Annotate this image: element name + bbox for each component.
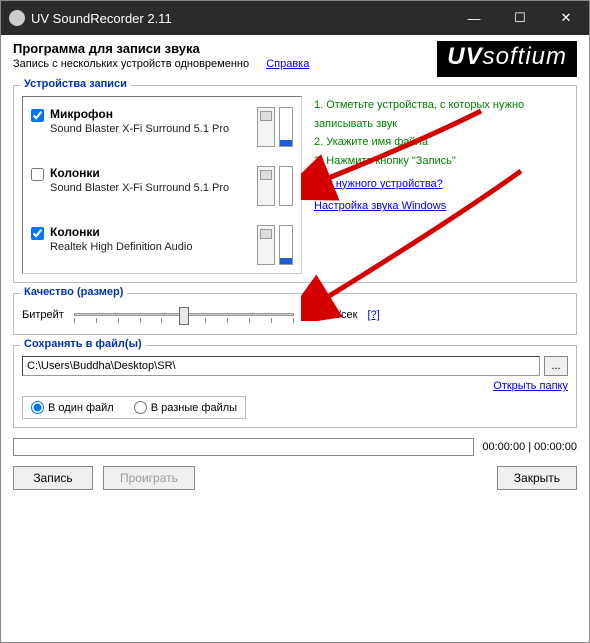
hint-3: 3. Нажмите кнопку "Запись" — [314, 152, 568, 171]
hint-1: 1. Отметьте устройства, с которых нужно … — [314, 96, 568, 133]
program-title: Программа для записи звука — [13, 41, 437, 56]
hint-2: 2. Укажите имя файла — [314, 133, 568, 152]
progress-bar — [13, 438, 474, 456]
devices-group: Устройства записи МикрофонSound Blaster … — [13, 85, 577, 283]
volume-slider[interactable] — [257, 107, 275, 147]
save-path-input[interactable] — [22, 356, 540, 376]
device-item[interactable]: Микрофон Sound Blaster X-Fi Surround 5.1 … — [29, 101, 295, 154]
radio-multi-file[interactable]: В разные файлы — [134, 401, 237, 414]
record-button[interactable]: Запись — [13, 466, 93, 490]
devices-list[interactable]: Микрофон Sound Blaster X-Fi Surround 5.1 … — [22, 96, 302, 274]
level-meter — [279, 166, 293, 206]
help-link[interactable]: Справка — [266, 58, 309, 70]
device-checkbox[interactable] — [31, 227, 44, 240]
file-mode-radios: В один файл В разные файлы — [22, 396, 246, 419]
device-name: Микрофон — [50, 107, 257, 121]
progress-row: 00:00:00 | 00:00:00 — [13, 438, 577, 456]
button-row: Запись Проиграть Закрыть — [13, 466, 577, 490]
radio-single-file[interactable]: В один файл — [31, 401, 114, 414]
close-window-button[interactable]: Закрыть — [497, 466, 577, 490]
device-item[interactable]: Колонки Realtek High Definition Audio — [29, 219, 295, 272]
titlebar: UV SoundRecorder 2.11 — ☐ ✕ — [1, 1, 589, 35]
no-device-link[interactable]: Нет нужного устройства? — [314, 175, 443, 194]
volume-slider[interactable] — [257, 166, 275, 206]
bitrate-help-link[interactable]: [?] — [367, 309, 379, 321]
radio-multi-input[interactable] — [134, 401, 147, 414]
open-folder-link[interactable]: Открыть папку — [493, 380, 568, 392]
hints-panel: 1. Отметьте устройства, с которых нужно … — [314, 96, 568, 274]
bitrate-value: 128 Кб/сек — [304, 309, 358, 321]
device-name: Колонки — [50, 225, 257, 239]
device-name: Колонки — [50, 166, 257, 180]
device-checkbox[interactable] — [31, 109, 44, 122]
device-item[interactable]: Колонки Sound Blaster X-Fi Surround 5.1 P… — [29, 160, 295, 213]
window-title: UV SoundRecorder 2.11 — [31, 11, 451, 26]
device-checkbox[interactable] — [31, 168, 44, 181]
program-subtitle: Запись с нескольких устройств одновремен… — [13, 58, 437, 70]
bitrate-slider[interactable] — [74, 304, 294, 326]
device-desc: Realtek High Definition Audio — [50, 241, 257, 253]
device-desc: Sound Blaster X-Fi Surround 5.1 Pro — [50, 123, 257, 135]
save-group: Сохранять в файл(ы) ... Открыть папку В … — [13, 345, 577, 428]
minimize-button[interactable]: — — [451, 1, 497, 35]
close-button[interactable]: ✕ — [543, 1, 589, 35]
time-display: 00:00:00 | 00:00:00 — [482, 441, 577, 453]
app-icon — [9, 10, 25, 26]
browse-button[interactable]: ... — [544, 356, 568, 376]
level-meter — [279, 107, 293, 147]
devices-group-title: Устройства записи — [20, 78, 131, 90]
maximize-button[interactable]: ☐ — [497, 1, 543, 35]
play-button[interactable]: Проиграть — [103, 466, 195, 490]
quality-group: Качество (размер) Битрейт 128 Кб/сек [?] — [13, 293, 577, 335]
volume-slider[interactable] — [257, 225, 275, 265]
brand-logo: UVsoftium — [437, 41, 577, 77]
windows-sound-link[interactable]: Настройка звука Windows — [314, 197, 446, 216]
level-meter — [279, 225, 293, 265]
quality-group-title: Качество (размер) — [20, 286, 127, 298]
bitrate-label: Битрейт — [22, 309, 64, 321]
save-group-title: Сохранять в файл(ы) — [20, 338, 146, 350]
radio-single-input[interactable] — [31, 401, 44, 414]
device-desc: Sound Blaster X-Fi Surround 5.1 Pro — [50, 182, 257, 194]
header: Программа для записи звука Запись с неск… — [13, 41, 577, 77]
